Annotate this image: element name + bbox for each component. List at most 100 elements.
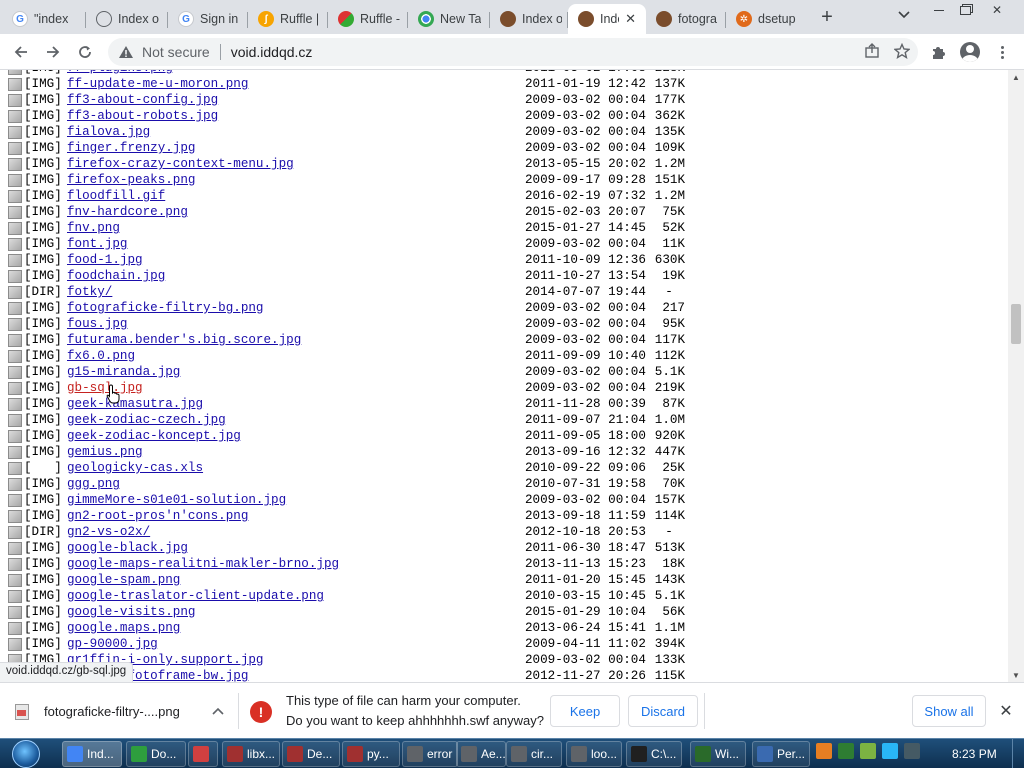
file-link[interactable]: ff-update-me-u-moron.png <box>67 77 248 91</box>
forward-arrow-icon[interactable] <box>40 39 66 65</box>
tray-app-icon[interactable] <box>838 743 854 759</box>
reload-icon[interactable] <box>72 39 98 65</box>
taskbar-item[interactable]: cir... <box>506 741 562 767</box>
profile-avatar-icon[interactable] <box>958 40 982 64</box>
back-arrow-icon[interactable] <box>8 39 34 65</box>
minimize-icon[interactable] <box>926 0 952 20</box>
file-link[interactable]: ff3-about-robots.jpg <box>67 109 218 123</box>
file-link[interactable]: gn2-root-pros'n'cons.png <box>67 509 248 523</box>
file-link[interactable]: ggg.png <box>67 477 120 491</box>
taskbar-clock[interactable]: 8:23 PM <box>952 747 997 761</box>
tray-volume-icon[interactable] <box>904 743 920 759</box>
url-text[interactable]: void.iddqd.cz <box>231 44 313 60</box>
tab-index-of[interactable]: Index o <box>86 4 168 34</box>
taskbar-item[interactable]: Ind... <box>62 741 122 767</box>
start-button[interactable] <box>6 739 46 768</box>
file-link[interactable]: futurama.bender's.big.score.jpg <box>67 333 301 347</box>
tab-sign-in[interactable]: G Sign in <box>168 4 248 34</box>
extensions-puzzle-icon[interactable] <box>926 40 950 64</box>
taskbar-item[interactable]: libx... <box>222 741 280 767</box>
file-link[interactable]: google-black.jpg <box>67 541 188 555</box>
restore-icon[interactable] <box>952 0 978 20</box>
vertical-scrollbar[interactable]: ▲ ▼ <box>1008 70 1024 682</box>
file-link[interactable]: gn2-vs-o2x/ <box>67 525 150 539</box>
file-link[interactable]: font.jpg <box>67 237 127 251</box>
taskbar-item[interactable]: Do... <box>126 741 186 767</box>
close-shelf-icon[interactable]: ✕ <box>996 701 1016 721</box>
file-link[interactable]: google-maps-realitni-makler-brno.jpg <box>67 557 339 571</box>
download-item[interactable]: fotograficke-filtry-....png <box>12 695 230 727</box>
file-type-icon <box>8 510 22 523</box>
file-link[interactable]: geek-zodiac-czech.jpg <box>67 413 226 427</box>
scroll-down-arrow-icon[interactable]: ▼ <box>1008 668 1024 682</box>
scroll-up-arrow-icon[interactable]: ▲ <box>1008 70 1024 84</box>
warning-triangle-icon[interactable] <box>118 44 134 60</box>
file-link[interactable]: firefox-crazy-context-menu.jpg <box>67 157 294 171</box>
file-link[interactable]: geek-zodiac-koncept.jpg <box>67 429 241 443</box>
file-link[interactable]: ff-plugins.png <box>67 70 173 75</box>
keep-button[interactable]: Keep <box>550 695 620 727</box>
file-link[interactable]: floodfill.gif <box>67 189 165 203</box>
share-icon[interactable] <box>864 43 880 62</box>
file-link[interactable]: fous.jpg <box>67 317 127 331</box>
file-link[interactable]: geologicky-cas.xls <box>67 461 203 475</box>
tray-network-icon[interactable] <box>882 743 898 759</box>
tab-dsetup[interactable]: ✲ dsetup <box>726 4 808 34</box>
tab-active-index[interactable]: Inde ✕ <box>568 4 646 34</box>
file-link[interactable]: google-visits.png <box>67 605 195 619</box>
discard-button[interactable]: Discard <box>628 695 698 727</box>
tray-app-icon[interactable] <box>816 743 832 759</box>
app-icon <box>511 746 527 762</box>
taskbar-item[interactable]: error <box>402 741 458 767</box>
scroll-thumb[interactable] <box>1011 304 1021 344</box>
taskbar-item-label: De... <box>307 747 333 761</box>
file-link[interactable]: gp-90000.jpg <box>67 637 158 651</box>
file-link[interactable]: fx6.0.png <box>67 349 135 363</box>
tab-new-tab[interactable]: New Ta <box>408 4 490 34</box>
close-tab-icon[interactable]: ✕ <box>625 11 640 27</box>
bookmark-star-icon[interactable] <box>893 42 911 62</box>
file-link[interactable]: google-traslator-client-update.png <box>67 589 324 603</box>
file-link[interactable]: fialova.jpg <box>67 125 150 139</box>
file-link[interactable]: fotograficke-filtry-bg.png <box>67 301 264 315</box>
taskbar-item[interactable]: loo... <box>566 741 622 767</box>
taskbar-item[interactable]: py... <box>342 741 400 767</box>
file-link[interactable]: fnv-hardcore.png <box>67 205 188 219</box>
taskbar-item[interactable] <box>188 741 218 767</box>
file-link[interactable]: fotky/ <box>67 285 112 299</box>
file-link[interactable]: ff3-about-config.jpg <box>67 93 218 107</box>
tab-index-of-2[interactable]: Index o <box>490 4 568 34</box>
download-filename[interactable]: fotograficke-filtry-....png <box>44 704 204 719</box>
tray-check-icon[interactable] <box>860 743 876 759</box>
tab-ruffle-2[interactable]: Ruffle - <box>328 4 408 34</box>
file-link[interactable]: g15-miranda.jpg <box>67 365 180 379</box>
taskbar-item[interactable]: Ae... <box>456 741 506 767</box>
file-link[interactable]: gb-sql.jpg <box>67 381 143 395</box>
file-link[interactable]: firefox-peaks.png <box>67 173 195 187</box>
file-link[interactable]: google.maps.png <box>67 621 180 635</box>
show-desktop-button[interactable] <box>1012 739 1024 768</box>
menu-dots-icon[interactable] <box>990 40 1014 64</box>
tab-fotografie[interactable]: fotogra <box>646 4 726 34</box>
taskbar-item[interactable]: C:\... <box>626 741 682 767</box>
address-bar[interactable]: Not secure void.iddqd.cz <box>108 38 918 66</box>
file-link[interactable]: geek-kamasutra.jpg <box>67 397 203 411</box>
chevron-down-icon[interactable] <box>894 8 914 26</box>
file-link[interactable]: finger.frenzy.jpg <box>67 141 195 155</box>
tab-google-search[interactable]: G "index <box>2 4 86 34</box>
file-link[interactable]: gimmeMore-s01e01-solution.jpg <box>67 493 286 507</box>
security-label[interactable]: Not secure <box>142 44 210 60</box>
taskbar-item[interactable]: Wi... <box>690 741 746 767</box>
chevron-up-icon[interactable] <box>212 704 224 718</box>
tab-ruffle[interactable]: ʃ Ruffle | <box>248 4 328 34</box>
show-all-button[interactable]: Show all <box>912 695 986 727</box>
file-link[interactable]: fnv.png <box>67 221 120 235</box>
file-link[interactable]: gemius.png <box>67 445 143 459</box>
file-link[interactable]: google-spam.png <box>67 573 180 587</box>
file-link[interactable]: foodchain.jpg <box>67 269 165 283</box>
taskbar-item[interactable]: Per... <box>752 741 810 767</box>
close-window-icon[interactable]: ✕ <box>984 0 1010 20</box>
file-link[interactable]: food-1.jpg <box>67 253 143 267</box>
taskbar-item[interactable]: De... <box>282 741 340 767</box>
new-tab-icon[interactable]: + <box>816 6 838 28</box>
